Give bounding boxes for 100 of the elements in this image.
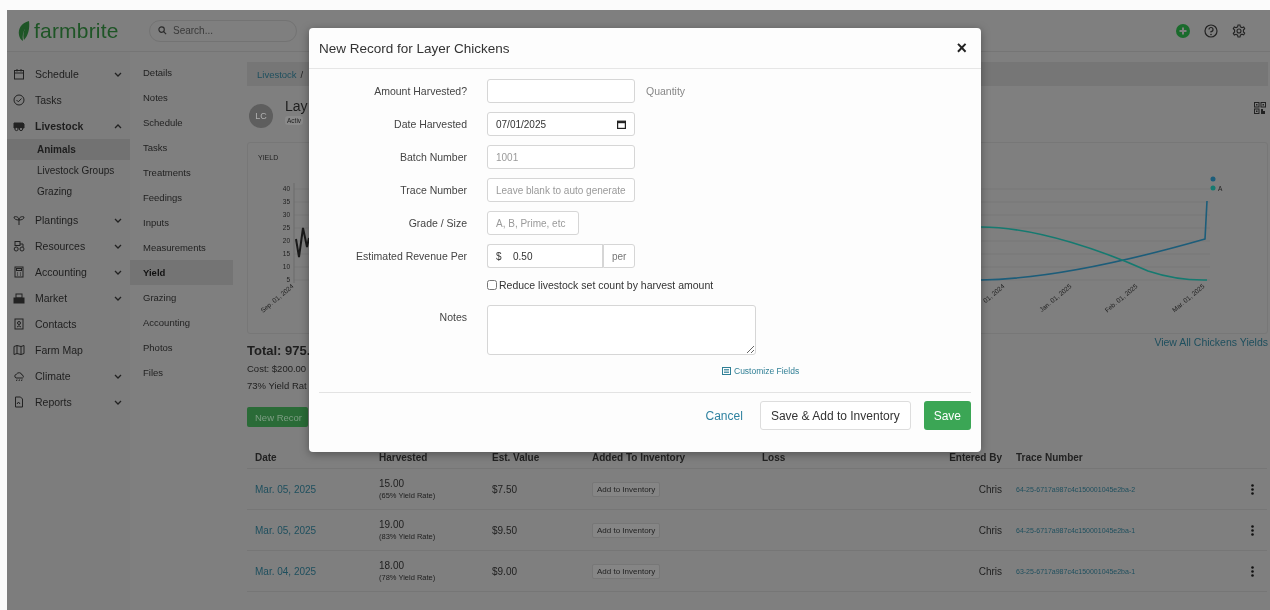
qr-code-icon[interactable]: [1254, 102, 1266, 114]
date-field[interactable]: 07/01/2025: [487, 112, 635, 136]
subnav-item[interactable]: Treatments: [130, 160, 233, 185]
chevron-down-icon[interactable]: [114, 71, 122, 77]
view-all-link[interactable]: View All Chickens Yields: [1154, 334, 1268, 427]
sidebar-item[interactable]: Accounting: [35, 266, 104, 278]
sidebar-item[interactable]: Contacts: [35, 318, 122, 330]
sidebar-item[interactable]: Resources: [35, 240, 104, 252]
chevron-down-icon[interactable]: [114, 243, 122, 249]
add-to-inventory-button[interactable]: Add to Inventory: [592, 563, 661, 579]
yield-rate-text: 73% Yield Rat: [247, 379, 308, 393]
map-icon: [13, 344, 25, 356]
cost-text: Cost: $200.00: [247, 362, 308, 376]
breadcrumb-separator: /: [300, 68, 304, 80]
text-field[interactable]: Leave blank to auto generate: [487, 178, 635, 202]
cancel-link[interactable]: Cancel: [701, 401, 747, 430]
table-cell-text: 15.00: [379, 478, 406, 489]
sprout-icon: [13, 214, 25, 226]
cloud-icon: [13, 370, 25, 382]
chevron-down-icon[interactable]: [114, 217, 122, 223]
save-and-add-button[interactable]: Save & Add to Inventory: [759, 401, 911, 430]
subnav-item[interactable]: Notes: [130, 85, 233, 110]
subnav-item[interactable]: Yield: [130, 260, 233, 285]
sidebar-item[interactable]: Farm Map: [35, 344, 122, 356]
subnav-item[interactable]: Files: [130, 360, 233, 385]
sidebar-item[interactable]: Tasks: [35, 94, 122, 106]
sidebar-item[interactable]: Market: [35, 292, 104, 304]
subnav-item[interactable]: Tasks: [130, 135, 233, 160]
search-input[interactable]: Search...: [171, 24, 275, 37]
subnav-item[interactable]: Feedings: [130, 185, 233, 210]
calendar-icon: [13, 68, 25, 80]
settings-icon[interactable]: [1232, 23, 1246, 38]
subnav-item[interactable]: Accounting: [130, 310, 233, 335]
table-cell-text: 18.00: [379, 560, 406, 571]
notes-field[interactable]: [487, 305, 756, 355]
field-label: Trace Number: [399, 183, 467, 198]
subnav-item[interactable]: Measurements: [130, 235, 233, 260]
date-link[interactable]: Mar. 04, 2025: [247, 565, 371, 577]
add-to-inventory-button[interactable]: Add to Inventory: [592, 481, 661, 497]
text-field[interactable]: 1001: [487, 145, 635, 169]
table-cell-text: Chris: [977, 524, 1003, 536]
subnav-item[interactable]: Details: [130, 60, 233, 85]
subnav-item[interactable]: Photos: [130, 335, 233, 360]
checkbox-label: Reduce livestock set count by harvest amount: [499, 279, 714, 291]
chevron-down-icon[interactable]: [114, 269, 122, 275]
sidebar-item[interactable]: Livestock: [35, 120, 104, 132]
subnav-item[interactable]: Inputs: [130, 210, 233, 235]
text-field[interactable]: A, B, Prime, etc: [487, 211, 579, 235]
date-link[interactable]: Mar. 05, 2025: [247, 524, 371, 536]
sidebar-subitem[interactable]: Grazing: [7, 181, 130, 202]
document-icon: [13, 396, 25, 408]
field-label: Amount Harvested?: [373, 84, 467, 99]
calculator-icon: [13, 266, 25, 278]
field-label: Date Harvested: [393, 117, 467, 132]
chevron-down-icon[interactable]: [114, 373, 122, 379]
search-field[interactable]: Search...: [149, 19, 297, 42]
new-record-button[interactable]: New Recor: [247, 407, 308, 427]
chevron-up-icon[interactable]: [114, 123, 122, 129]
sidebar-subitem[interactable]: Livestock Groups: [7, 160, 130, 181]
sidebar-item[interactable]: Reports: [35, 396, 104, 408]
column-header: Loss: [761, 452, 787, 463]
dialog-title: New Record for Layer Chickens: [319, 40, 510, 56]
add-to-inventory-button[interactable]: Add to Inventory: [592, 522, 661, 538]
search-icon: [158, 26, 167, 35]
subnav-item[interactable]: Schedule: [130, 110, 233, 135]
table-cell-text: 19.00: [379, 519, 406, 530]
checkbox[interactable]: [487, 280, 497, 290]
chevron-down-icon[interactable]: [114, 399, 122, 405]
register-icon: [13, 292, 25, 304]
calendar-icon: [617, 119, 626, 129]
contact-card-icon: [13, 318, 25, 330]
avatar: LC: [249, 104, 273, 128]
column-header: Date: [254, 452, 278, 463]
subnav-item[interactable]: Grazing: [130, 285, 233, 310]
table-cell-text: $9.00: [491, 565, 519, 577]
field-label: Notes: [438, 310, 467, 325]
field-label: Grade / Size: [407, 216, 467, 231]
tractor-icon: [13, 240, 25, 252]
field-label: Batch Number: [398, 150, 467, 165]
date-link[interactable]: Mar. 05, 2025: [247, 483, 371, 495]
save-button[interactable]: Save: [923, 401, 971, 430]
sidebar-item[interactable]: Schedule: [35, 68, 104, 80]
field-hint: Quantity: [646, 85, 686, 97]
column-header: Harvested: [378, 452, 429, 463]
column-header: Est. Value: [491, 452, 541, 463]
leaf-icon: [17, 19, 31, 42]
list-icon[interactable]: [722, 367, 731, 375]
sidebar-item[interactable]: Plantings: [35, 214, 104, 226]
help-icon[interactable]: [1204, 23, 1218, 38]
column-header: Trace Number: [1015, 452, 1084, 463]
customize-fields-link[interactable]: Customize Fields: [734, 366, 800, 376]
sidebar-item[interactable]: Climate: [35, 370, 104, 382]
page-title: Lay: [285, 98, 308, 114]
close-button[interactable]: ×: [952, 37, 971, 59]
chart-line: [295, 227, 310, 258]
total-text: Total: 975.: [247, 342, 311, 360]
sidebar-subitem[interactable]: Animals: [7, 139, 130, 160]
chevron-down-icon[interactable]: [114, 295, 122, 301]
text-field[interactable]: [487, 79, 635, 103]
column-header: Added To Inventory: [591, 452, 687, 463]
